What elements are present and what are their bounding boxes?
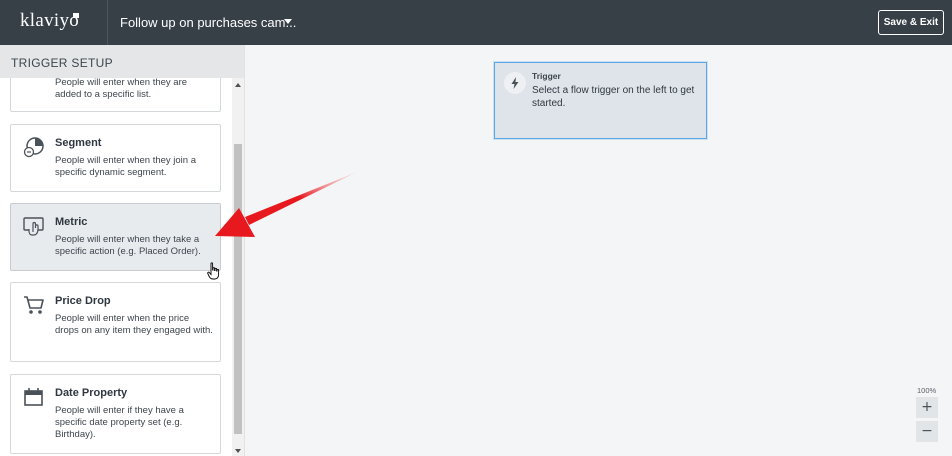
trigger-setup-sidebar: TRIGGER SETUP People will enter when the… bbox=[0, 45, 245, 456]
scroll-down-icon[interactable] bbox=[235, 449, 241, 453]
trigger-card-desc: People will enter when they take a speci… bbox=[55, 234, 201, 257]
header-divider bbox=[107, 0, 108, 45]
cart-icon bbox=[24, 296, 44, 314]
trigger-card-title: Price Drop bbox=[55, 295, 111, 307]
trigger-card-title: Segment bbox=[55, 137, 102, 149]
save-exit-button[interactable]: Save & Exit bbox=[878, 10, 944, 35]
zoom-out-button[interactable]: − bbox=[916, 421, 938, 442]
trigger-node-desc: Select a flow trigger on the left to get… bbox=[532, 85, 695, 109]
trigger-node-label: Trigger bbox=[532, 71, 561, 81]
sidebar-scrollbar[interactable] bbox=[232, 78, 244, 456]
trigger-card-title: Date Property bbox=[55, 387, 128, 399]
trigger-card-desc: People will enter when they are added to… bbox=[55, 78, 188, 100]
sidebar-title: TRIGGER SETUP bbox=[0, 45, 244, 78]
trigger-card-desc: People will enter when the price drops o… bbox=[55, 313, 213, 336]
calendar-icon bbox=[24, 388, 43, 406]
top-bar: klaviyo Follow up on purchases cam... Sa… bbox=[0, 0, 952, 45]
trigger-icon-bg bbox=[504, 72, 526, 94]
logo-flag-mark bbox=[73, 13, 79, 18]
flow-trigger-node[interactable]: Trigger Select a flow trigger on the lef… bbox=[494, 62, 707, 139]
segment-icon bbox=[23, 137, 44, 158]
metric-icon bbox=[23, 217, 44, 236]
zoom-level: 100% bbox=[917, 386, 937, 395]
trigger-card-list[interactable]: People will enter when they are added to… bbox=[10, 78, 221, 112]
trigger-card-desc: People will enter if they have a specifi… bbox=[55, 405, 184, 440]
klaviyo-logo[interactable]: klaviyo bbox=[20, 10, 79, 32]
lightning-icon bbox=[511, 77, 519, 89]
trigger-card-desc: People will enter when they join a speci… bbox=[55, 155, 197, 178]
trigger-card-price-drop[interactable]: Price Drop People will enter when the pr… bbox=[10, 282, 221, 362]
trigger-card-metric[interactable]: Metric People will enter when they take … bbox=[10, 203, 221, 271]
trigger-card-segment[interactable]: Segment People will enter when they join… bbox=[10, 124, 221, 192]
hand-cursor-icon bbox=[207, 262, 220, 280]
campaign-title[interactable]: Follow up on purchases cam... bbox=[120, 15, 296, 30]
scroll-up-icon[interactable] bbox=[235, 83, 241, 87]
zoom-in-button[interactable]: + bbox=[916, 397, 938, 418]
trigger-list[interactable]: People will enter when they are added to… bbox=[0, 78, 232, 456]
scroll-thumb[interactable] bbox=[234, 144, 242, 434]
trigger-card-title: Metric bbox=[55, 216, 88, 228]
chevron-down-icon[interactable] bbox=[284, 19, 292, 24]
trigger-card-date-property[interactable]: Date Property People will enter if they … bbox=[10, 374, 221, 454]
